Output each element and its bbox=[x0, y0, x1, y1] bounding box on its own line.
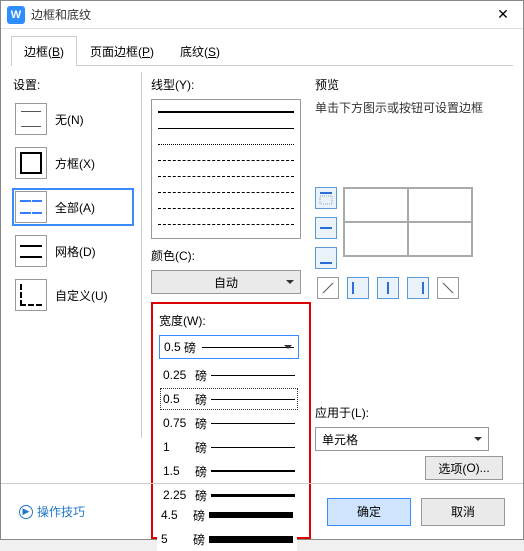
ok-button[interactable]: 确定 bbox=[327, 498, 411, 526]
divider bbox=[141, 72, 142, 438]
width-option-5[interactable]: 5磅 bbox=[157, 527, 297, 551]
width-option-1[interactable]: 1磅 bbox=[159, 435, 299, 459]
border-diag2-button[interactable] bbox=[437, 277, 459, 299]
app-icon: W bbox=[7, 6, 25, 24]
apply-label: 应用于(L): bbox=[315, 404, 505, 421]
line-column: 线型(Y): 颜色(C): 自动 宽度(W): 0.5 磅 0.25磅0.5磅 bbox=[151, 72, 301, 539]
apply-select[interactable]: 单元格 bbox=[315, 427, 489, 451]
setting-none[interactable]: 无(N) bbox=[13, 101, 133, 137]
width-label: 宽度(W): bbox=[159, 312, 303, 329]
options-button[interactable]: 选项(O)... bbox=[425, 456, 503, 480]
line-label: 线型(Y): bbox=[151, 76, 301, 93]
width-option-0.75[interactable]: 0.75磅 bbox=[159, 411, 299, 435]
tips-icon: ▶ bbox=[19, 505, 33, 519]
tabs: 边框(B) 页面边框(P) 底纹(S) bbox=[11, 35, 513, 66]
setting-box[interactable]: 方框(X) bbox=[13, 145, 133, 181]
width-preview-line bbox=[202, 347, 294, 348]
tab-shading[interactable]: 底纹(S) bbox=[167, 36, 233, 66]
setting-grid-icon bbox=[15, 235, 47, 267]
tips-link[interactable]: ▶ 操作技巧 bbox=[19, 503, 85, 520]
content: 设置: 无(N) 方框(X) 全部(A) 网格(D) 自定义(U) bbox=[1, 66, 523, 78]
preview-column: 预览 单击下方图示或按钮可设置边框 bbox=[315, 72, 505, 299]
setting-custom[interactable]: 自定义(U) bbox=[13, 277, 133, 313]
preview-area bbox=[315, 187, 505, 269]
tab-borders[interactable]: 边框(B) bbox=[11, 36, 77, 66]
setting-none-icon bbox=[15, 103, 47, 135]
border-top-button[interactable] bbox=[315, 187, 337, 209]
line-style-list[interactable] bbox=[151, 99, 301, 239]
setting-all[interactable]: 全部(A) bbox=[13, 189, 133, 225]
setting-grid[interactable]: 网格(D) bbox=[13, 233, 133, 269]
border-hmid-button[interactable] bbox=[315, 217, 337, 239]
apply-row: 应用于(L): 单元格 bbox=[315, 400, 505, 451]
setting-all-icon bbox=[15, 191, 47, 223]
preview-horizontal-buttons bbox=[317, 277, 505, 299]
preview-box[interactable] bbox=[343, 187, 473, 257]
color-label: 颜色(C): bbox=[151, 247, 301, 264]
tab-page-border[interactable]: 页面边框(P) bbox=[77, 36, 167, 66]
setting-custom-icon bbox=[15, 279, 47, 311]
width-option-1.5[interactable]: 1.5磅 bbox=[159, 459, 299, 483]
border-diag1-button[interactable] bbox=[317, 277, 339, 299]
cancel-button[interactable]: 取消 bbox=[421, 498, 505, 526]
border-left-button[interactable] bbox=[347, 277, 369, 299]
width-option-0.25[interactable]: 0.25磅 bbox=[159, 363, 299, 387]
border-bottom-button[interactable] bbox=[315, 247, 337, 269]
width-dropdown-overflow: 4.5磅5磅 bbox=[157, 503, 297, 551]
titlebar: W 边框和底纹 ✕ bbox=[1, 1, 523, 29]
settings-label: 设置: bbox=[13, 76, 133, 93]
width-select[interactable]: 0.5 磅 bbox=[159, 335, 299, 359]
dialog-window: W 边框和底纹 ✕ 边框(B) 页面边框(P) 底纹(S) 设置: 无(N) 方… bbox=[0, 0, 524, 540]
border-vmid-button[interactable] bbox=[377, 277, 399, 299]
close-button[interactable]: ✕ bbox=[483, 1, 523, 29]
color-select[interactable]: 自动 bbox=[151, 270, 301, 294]
preview-hint: 单击下方图示或按钮可设置边框 bbox=[315, 99, 505, 117]
window-title: 边框和底纹 bbox=[31, 6, 483, 23]
settings-column: 设置: 无(N) 方框(X) 全部(A) 网格(D) 自定义(U) bbox=[13, 72, 133, 321]
preview-vertical-buttons bbox=[315, 187, 337, 269]
border-right-button[interactable] bbox=[407, 277, 429, 299]
width-option-0.5[interactable]: 0.5磅 bbox=[159, 387, 299, 411]
width-option-4.5[interactable]: 4.5磅 bbox=[157, 503, 297, 527]
preview-label: 预览 bbox=[315, 76, 505, 93]
setting-box-icon bbox=[15, 147, 47, 179]
